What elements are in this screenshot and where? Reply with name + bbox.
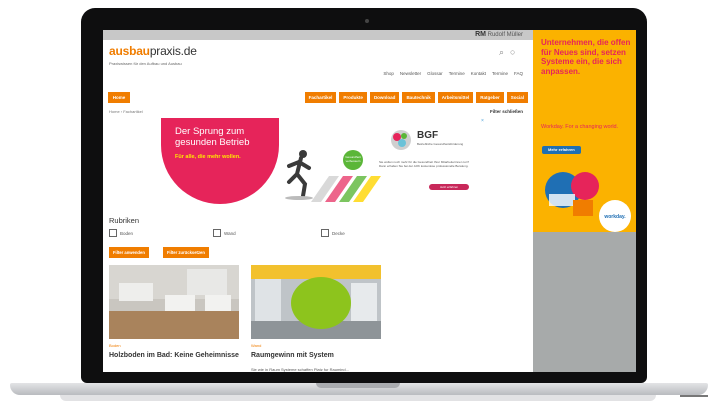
browser-screen: RM Rudolf Müller ausbaupraxis.de Praxisw… — [103, 30, 636, 372]
reset-filter-button[interactable]: Filter zurücksetzen — [163, 247, 209, 258]
filter-close-link[interactable]: Filter schließen — [490, 109, 523, 114]
nav-item[interactable]: Produkte — [339, 92, 367, 103]
sidebar-ad-illustration: workday. — [545, 172, 631, 232]
checkbox-box[interactable] — [321, 229, 329, 237]
breadcrumb[interactable]: Home › Fachartikel — [109, 109, 143, 114]
card-category: Wand — [251, 343, 262, 348]
ad-headline: Der Sprung zum gesunden Betrieb — [175, 126, 250, 148]
util-link[interactable]: Termine — [492, 71, 508, 76]
workday-logo: workday. — [603, 214, 626, 220]
website: RM Rudolf Müller ausbaupraxis.de Praxisw… — [103, 30, 533, 372]
site-tagline: Praxiswissen für den Aufbau und Ausbau — [109, 61, 182, 66]
bgf-body: Sie wollen noch mehr für die Gesundheit … — [379, 160, 470, 168]
runner-figure — [285, 150, 313, 200]
checkbox-box[interactable] — [213, 229, 221, 237]
rubriken-heading: Rubriken — [109, 216, 140, 225]
sidebar-ad-tagline: Workday. For a changing world. — [541, 124, 619, 130]
apply-filter-button[interactable]: Filter anwenden — [109, 247, 149, 258]
ad-subline: Für alle, die mehr wollen. — [175, 154, 241, 160]
card-image-bathroom[interactable] — [109, 265, 239, 339]
checkbox-box[interactable] — [109, 229, 117, 237]
nav-items: Fachartikel Produkte Download Bautechnik… — [304, 92, 528, 103]
close-icon[interactable]: × — [481, 118, 484, 124]
nav-home[interactable]: Home — [108, 92, 130, 103]
header-icons: ⌕ ○ — [499, 47, 521, 58]
publisher-brand[interactable]: RM Rudolf Müller — [475, 31, 523, 38]
bgf-logo-icon — [391, 130, 411, 150]
util-link[interactable]: Newsletter — [400, 71, 421, 76]
card-category: Boden — [109, 343, 121, 348]
site-logo[interactable]: ausbaupraxis.de — [109, 44, 197, 58]
util-link[interactable]: Shop — [383, 71, 394, 76]
ad-badge: Gesundheit verbessern — [343, 150, 363, 170]
bgf-button[interactable]: Jetzt erfahren — [429, 184, 469, 190]
card-title[interactable]: Holzboden im Bad: Keine Geheimnisse — [109, 351, 249, 361]
main-nav: Home Fachartikel Produkte Download Baute… — [108, 92, 528, 103]
search-icon[interactable]: ⌕ — [499, 47, 504, 57]
sidebar-ad-headline: Unternehmen, die offen für Neues sind, s… — [541, 38, 631, 76]
nav-item[interactable]: Bautechnik — [402, 92, 435, 103]
camera-dot — [365, 19, 369, 23]
nav-item[interactable]: Ratgeber — [476, 92, 504, 103]
sidebar-ad[interactable]: Unternehmen, die offen für Neues sind, s… — [533, 30, 636, 232]
util-link[interactable]: FAQ — [514, 71, 523, 76]
sidebar-ad-button[interactable]: Mehr erfahren — [542, 146, 581, 154]
checkbox-decke[interactable]: Decke — [321, 229, 345, 237]
nav-item[interactable]: Download — [369, 92, 400, 103]
bgf-subtitle: Betriebliche Gesundheitsförderung — [417, 142, 464, 146]
card-teaser: Sie wie in Raum Systeme schaffen Platz f… — [251, 367, 349, 372]
sidebar-gray-area — [533, 232, 636, 372]
bgf-panel: BGF Betriebliche Gesundheitsförderung Si… — [373, 122, 483, 204]
util-link[interactable]: Termine — [449, 71, 465, 76]
card-image-room[interactable] — [251, 265, 381, 339]
util-link[interactable]: Kontakt — [471, 71, 486, 76]
card-title[interactable]: Raumgewinn mit System — [251, 351, 391, 361]
nav-item[interactable]: Fachartikel — [304, 92, 337, 103]
nav-item[interactable]: Arbeitsmittel — [437, 92, 474, 103]
laptop-foot-line — [680, 395, 708, 397]
user-icon[interactable]: ○ — [510, 47, 515, 57]
bgf-title: BGF — [417, 130, 439, 141]
utility-nav: Shop Newsletter Glossar Termine Kontakt … — [383, 71, 523, 76]
laptop-shadow — [60, 395, 656, 401]
laptop-notch — [316, 383, 400, 388]
nav-item[interactable]: Social — [506, 92, 528, 103]
publisher-bar — [103, 30, 533, 40]
util-link[interactable]: Glossar — [427, 71, 443, 76]
checkbox-boden[interactable]: Boden — [109, 229, 133, 237]
checkbox-wand[interactable]: Wand — [213, 229, 236, 237]
